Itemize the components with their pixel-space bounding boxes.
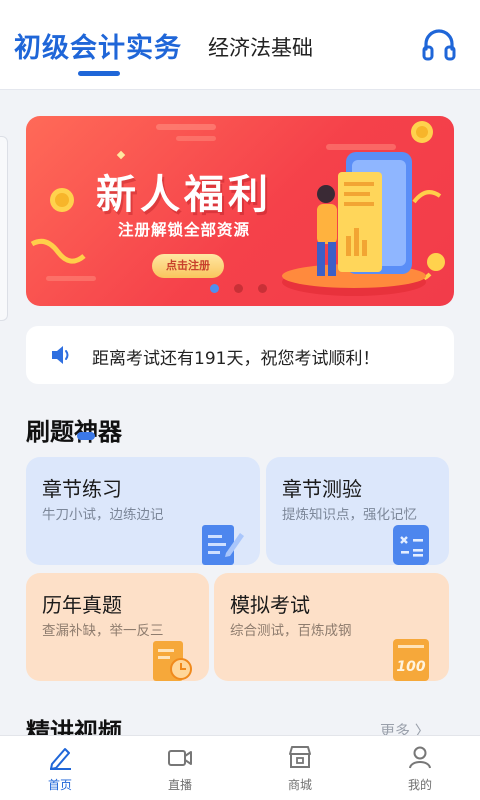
card-title: 模拟考试 [230,593,310,617]
card-title: 章节测验 [282,477,362,501]
nav-label: 商城 [287,778,312,792]
register-button[interactable]: 点击注册 [152,254,224,278]
nav-profile[interactable]: 我的 [380,744,460,798]
tab-economic-law[interactable]: 经济法基础 [208,32,313,62]
card-title: 章节练习 [42,477,122,501]
card-chapter-quiz[interactable]: 章节测验 提炼知识点，强化记忆 [266,457,449,565]
side-drawer-handle[interactable] [0,136,8,321]
carousel-dot-3[interactable] [258,284,267,293]
banner-subtitle: 注册解锁全部资源 [118,221,251,239]
clock-document-icon [153,641,192,681]
card-mock-exam[interactable]: 模拟考试 综合测试，百炼成钢 100 [214,573,449,681]
card-description: 综合测试，百炼成钢 [230,623,352,639]
pen-icon [50,748,71,770]
bottom-navigation: 首页 直播 商城 我的 [0,735,480,800]
nav-store[interactable]: 商城 [260,744,340,798]
card-chapter-practice[interactable]: 章节练习 牛刀小试，边练边记 [26,457,260,565]
card-description: 查漏补缺，举一反三 [42,623,164,639]
card-description: 牛刀小试，边练边记 [42,507,164,523]
banner-title: 新人福利 [96,172,272,218]
store-icon [289,746,311,768]
section-badge [77,432,95,440]
card-past-exams[interactable]: 历年真题 查漏补缺，举一反三 [26,573,209,681]
notice-text: 距离考试还有191天，祝您考试顺利！ [92,349,380,369]
svg-text:100: 100 [396,659,425,675]
carousel-dot-1[interactable] [210,284,219,293]
section-title-practice: 刷题神器 [26,418,122,446]
active-tab-indicator [78,71,120,76]
user-icon [409,746,431,769]
nav-label: 我的 [407,778,432,792]
tab-accounting-practice[interactable]: 初级会计实务 [14,26,182,65]
carousel-indicator[interactable] [210,284,270,294]
exam-countdown-notice[interactable]: 距离考试还有191天，祝您考试顺利！ [26,326,454,384]
video-camera-icon [168,750,192,766]
nav-label: 首页 [47,778,72,792]
score-100-icon: 100 [393,639,429,681]
nav-home[interactable]: 首页 [20,744,100,798]
top-header: 初级会计实务 经济法基础 [0,0,480,90]
headset-icon[interactable] [420,25,458,63]
card-title: 历年真题 [42,593,122,617]
carousel-dot-2[interactable] [234,284,243,293]
promo-banner[interactable]: 新人福利 注册解锁全部资源 点击注册 [26,116,454,306]
nav-live[interactable]: 直播 [140,744,220,798]
speaker-icon [52,346,69,364]
nav-label: 直播 [167,778,192,792]
calculator-icon [393,525,429,565]
edit-document-icon [202,525,244,565]
